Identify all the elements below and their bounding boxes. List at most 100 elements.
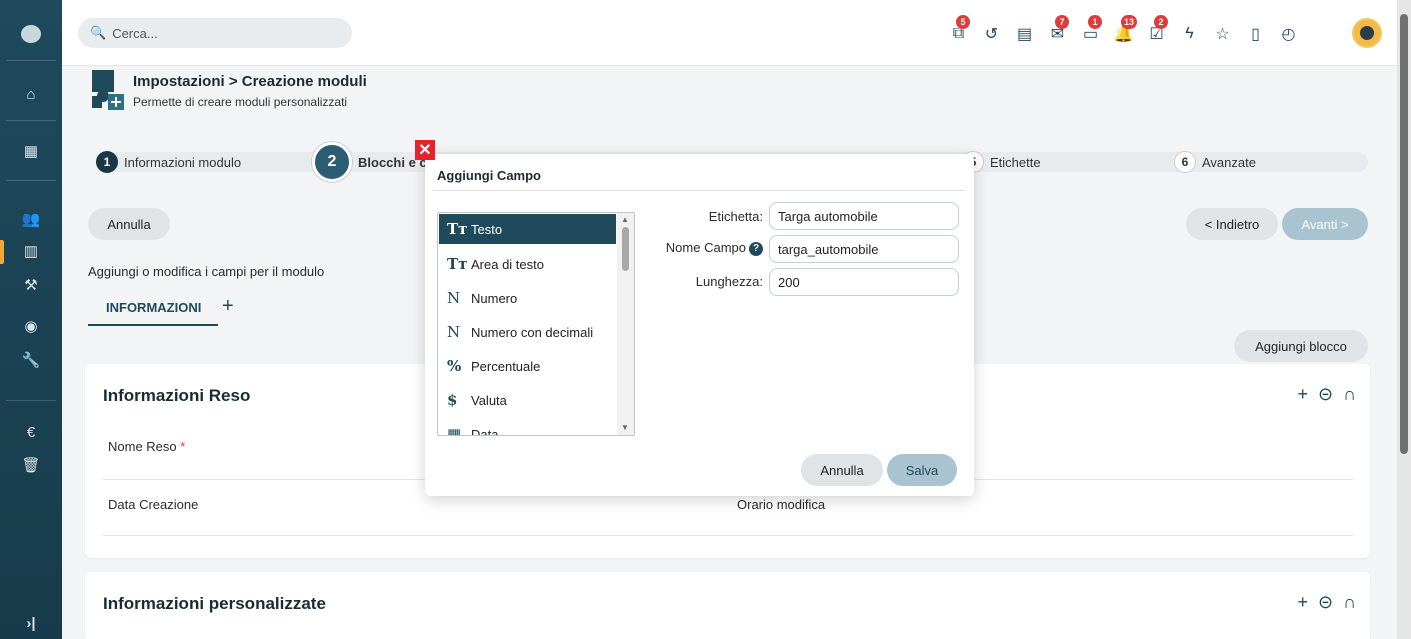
mail-badge: 7 bbox=[1055, 15, 1069, 29]
field-type-data[interactable]: ▦ Data bbox=[439, 419, 616, 436]
field-type-percentuale[interactable]: % Percentuale bbox=[439, 351, 616, 381]
mail-icon[interactable]: ✉ 7 bbox=[1041, 15, 1074, 44]
lightning-icon[interactable]: ϟ bbox=[1173, 24, 1206, 44]
tab-active-underline bbox=[88, 324, 218, 326]
search-input[interactable]: 🔍 Cerca... bbox=[78, 18, 352, 48]
trash-icon[interactable]: 🗑 bbox=[0, 450, 62, 480]
bell-icon[interactable]: 🔔 13 bbox=[1107, 15, 1140, 44]
modal-divider bbox=[433, 190, 965, 191]
chat-icon[interactable]: ▭ 1 bbox=[1074, 15, 1107, 44]
nome-campo-label: Nome Campo? bbox=[645, 240, 763, 256]
step-label: Informazioni modulo bbox=[124, 154, 242, 170]
block-tools: + ⊝ ∩ bbox=[1297, 384, 1356, 405]
sidebar-divider bbox=[6, 180, 56, 181]
field-type-area-di-testo[interactable]: Tт Area di testo bbox=[439, 249, 616, 279]
block-title: Informazioni personalizzate bbox=[103, 594, 326, 613]
cancel-button[interactable]: Annulla bbox=[88, 208, 170, 240]
home-icon[interactable]: ⌂ bbox=[0, 79, 62, 109]
tools-icon[interactable]: ⚒ bbox=[0, 270, 62, 300]
avatar[interactable] bbox=[1352, 18, 1382, 48]
nome-campo-label-text: Nome Campo bbox=[665, 240, 746, 255]
expand-sidebar-icon[interactable]: ›| bbox=[0, 608, 62, 638]
intro-text: Aggiungi o modifica i campi per il modul… bbox=[88, 264, 325, 279]
nome-campo-input[interactable] bbox=[769, 235, 959, 263]
add-block-button[interactable]: Aggiungi blocco bbox=[1234, 330, 1368, 362]
field-type-label: Percentuale bbox=[471, 358, 541, 374]
add-tab-button[interactable]: + bbox=[222, 295, 234, 318]
sidebar-divider bbox=[6, 60, 56, 61]
tasks-icon[interactable]: ☑ 2 bbox=[1140, 15, 1173, 44]
tab-informazioni[interactable]: INFORMAZIONI bbox=[106, 300, 201, 315]
field-type-numero-con-decimali[interactable]: N Numero con decimali bbox=[439, 317, 616, 347]
grid-icon[interactable]: ▦ bbox=[0, 136, 62, 166]
scroll-down-arrow-icon[interactable]: ▼ bbox=[621, 423, 629, 432]
field-nome-reso[interactable]: Nome Reso * bbox=[108, 439, 185, 454]
field-type-numero[interactable]: N Numero bbox=[439, 283, 616, 313]
required-marker: * bbox=[180, 439, 186, 454]
page-scrollbar-thumb[interactable] bbox=[1400, 14, 1408, 454]
number-type-icon: N bbox=[447, 289, 461, 307]
add-field-icon[interactable]: + bbox=[1297, 592, 1308, 613]
document-icon[interactable]: ▯ bbox=[1239, 24, 1272, 44]
decimal-type-icon: N bbox=[447, 323, 461, 341]
step-informazioni-modulo[interactable]: 1 Informazioni modulo bbox=[96, 151, 242, 173]
scroll-up-arrow-icon[interactable]: ▲ bbox=[621, 215, 629, 224]
search-icon: 🔍 bbox=[90, 25, 107, 40]
back-button[interactable]: < Indietro bbox=[1186, 208, 1278, 240]
timer-icon[interactable]: ◴ bbox=[1272, 24, 1305, 44]
step-avanzate[interactable]: 6 Avanzate bbox=[1174, 151, 1256, 173]
star-icon[interactable]: ☆ bbox=[1206, 24, 1239, 44]
modal-cancel-button[interactable]: Annulla bbox=[801, 454, 883, 486]
field-data-creazione[interactable]: Data Creazione bbox=[108, 497, 198, 512]
step-number: 2 bbox=[312, 142, 352, 182]
globe-icon[interactable]: ◉ bbox=[0, 311, 62, 341]
page-scrollbar[interactable] bbox=[1397, 0, 1411, 639]
field-type-label: Testo bbox=[471, 221, 503, 237]
block-card-informazioni-personalizzate: Informazioni personalizzate + ⊝ ∩ bbox=[85, 572, 1370, 639]
sidebar-divider bbox=[6, 120, 56, 121]
sidebar-divider bbox=[6, 400, 56, 401]
field-type-valuta[interactable]: $ Valuta bbox=[439, 385, 616, 415]
field-type-scrollbar[interactable]: ▲ ▼ bbox=[617, 213, 634, 435]
step-label: Etichette bbox=[990, 154, 1041, 170]
add-field-modal: Aggiungi Campo Tт Testo Tт Area di testo N… bbox=[425, 154, 974, 496]
close-icon[interactable]: ✕ bbox=[415, 140, 435, 160]
block-tools: + ⊝ ∩ bbox=[1297, 592, 1356, 613]
link-icon[interactable]: ⊝ bbox=[1318, 384, 1333, 405]
modal-title: Aggiungi Campo bbox=[437, 168, 541, 183]
users-icon[interactable]: 👥 bbox=[0, 204, 62, 234]
modal-save-button[interactable]: Salva bbox=[887, 454, 957, 486]
lunghezza-input[interactable] bbox=[769, 268, 959, 296]
calendar-type-icon: ▦ bbox=[447, 425, 462, 436]
link-icon[interactable]: ⊝ bbox=[1318, 592, 1333, 613]
history-icon[interactable]: ↺ bbox=[975, 24, 1008, 44]
search-placeholder: Cerca... bbox=[112, 25, 158, 41]
tasks-badge: 2 bbox=[1154, 15, 1168, 29]
app-logo[interactable] bbox=[21, 25, 41, 43]
puzzle-plus-icon bbox=[92, 70, 124, 110]
block-title: Informazioni Reso bbox=[103, 386, 251, 405]
page-subtitle: Permette di creare moduli personalizzati bbox=[133, 95, 348, 109]
step-label: Avanzate bbox=[1202, 154, 1256, 170]
help-icon[interactable]: ? bbox=[749, 241, 763, 256]
field-type-label: Numero con decimali bbox=[471, 324, 594, 340]
field-type-list[interactable]: Tт Testo Tт Area di testo N Numero N Numero … bbox=[437, 212, 635, 436]
chat-badge: 1 bbox=[1088, 15, 1102, 29]
field-type-testo[interactable]: Tт Testo bbox=[439, 214, 616, 244]
field-orario-modifica[interactable]: Orario modifica bbox=[737, 497, 825, 512]
field-type-label: Numero bbox=[471, 290, 518, 306]
etichetta-input[interactable] bbox=[769, 202, 959, 230]
step-blocchi[interactable]: 2 Blocchi e c bbox=[312, 142, 427, 182]
magnet-icon[interactable]: ∩ bbox=[1343, 384, 1356, 405]
wrench-icon[interactable]: 🔧 bbox=[0, 345, 62, 375]
euro-icon[interactable]: € bbox=[0, 417, 62, 447]
building-icon[interactable]: ▥ bbox=[0, 236, 62, 266]
topbar-icons: ⧉ 5 ↺ ▤ ✉ 7 ▭ 1 🔔 13 ☑ 2 ϟ ☆ ▯ ◴ bbox=[942, 15, 1305, 44]
calendar-icon[interactable]: ▤ bbox=[1008, 24, 1041, 44]
next-button[interactable]: Avanti > bbox=[1282, 208, 1368, 240]
field-type-scrollbar-thumb[interactable] bbox=[622, 227, 629, 271]
field-label-text: Nome Reso bbox=[108, 439, 177, 454]
structure-icon[interactable]: ⧉ 5 bbox=[942, 15, 975, 44]
add-field-icon[interactable]: + bbox=[1297, 384, 1308, 405]
magnet-icon[interactable]: ∩ bbox=[1343, 592, 1356, 613]
